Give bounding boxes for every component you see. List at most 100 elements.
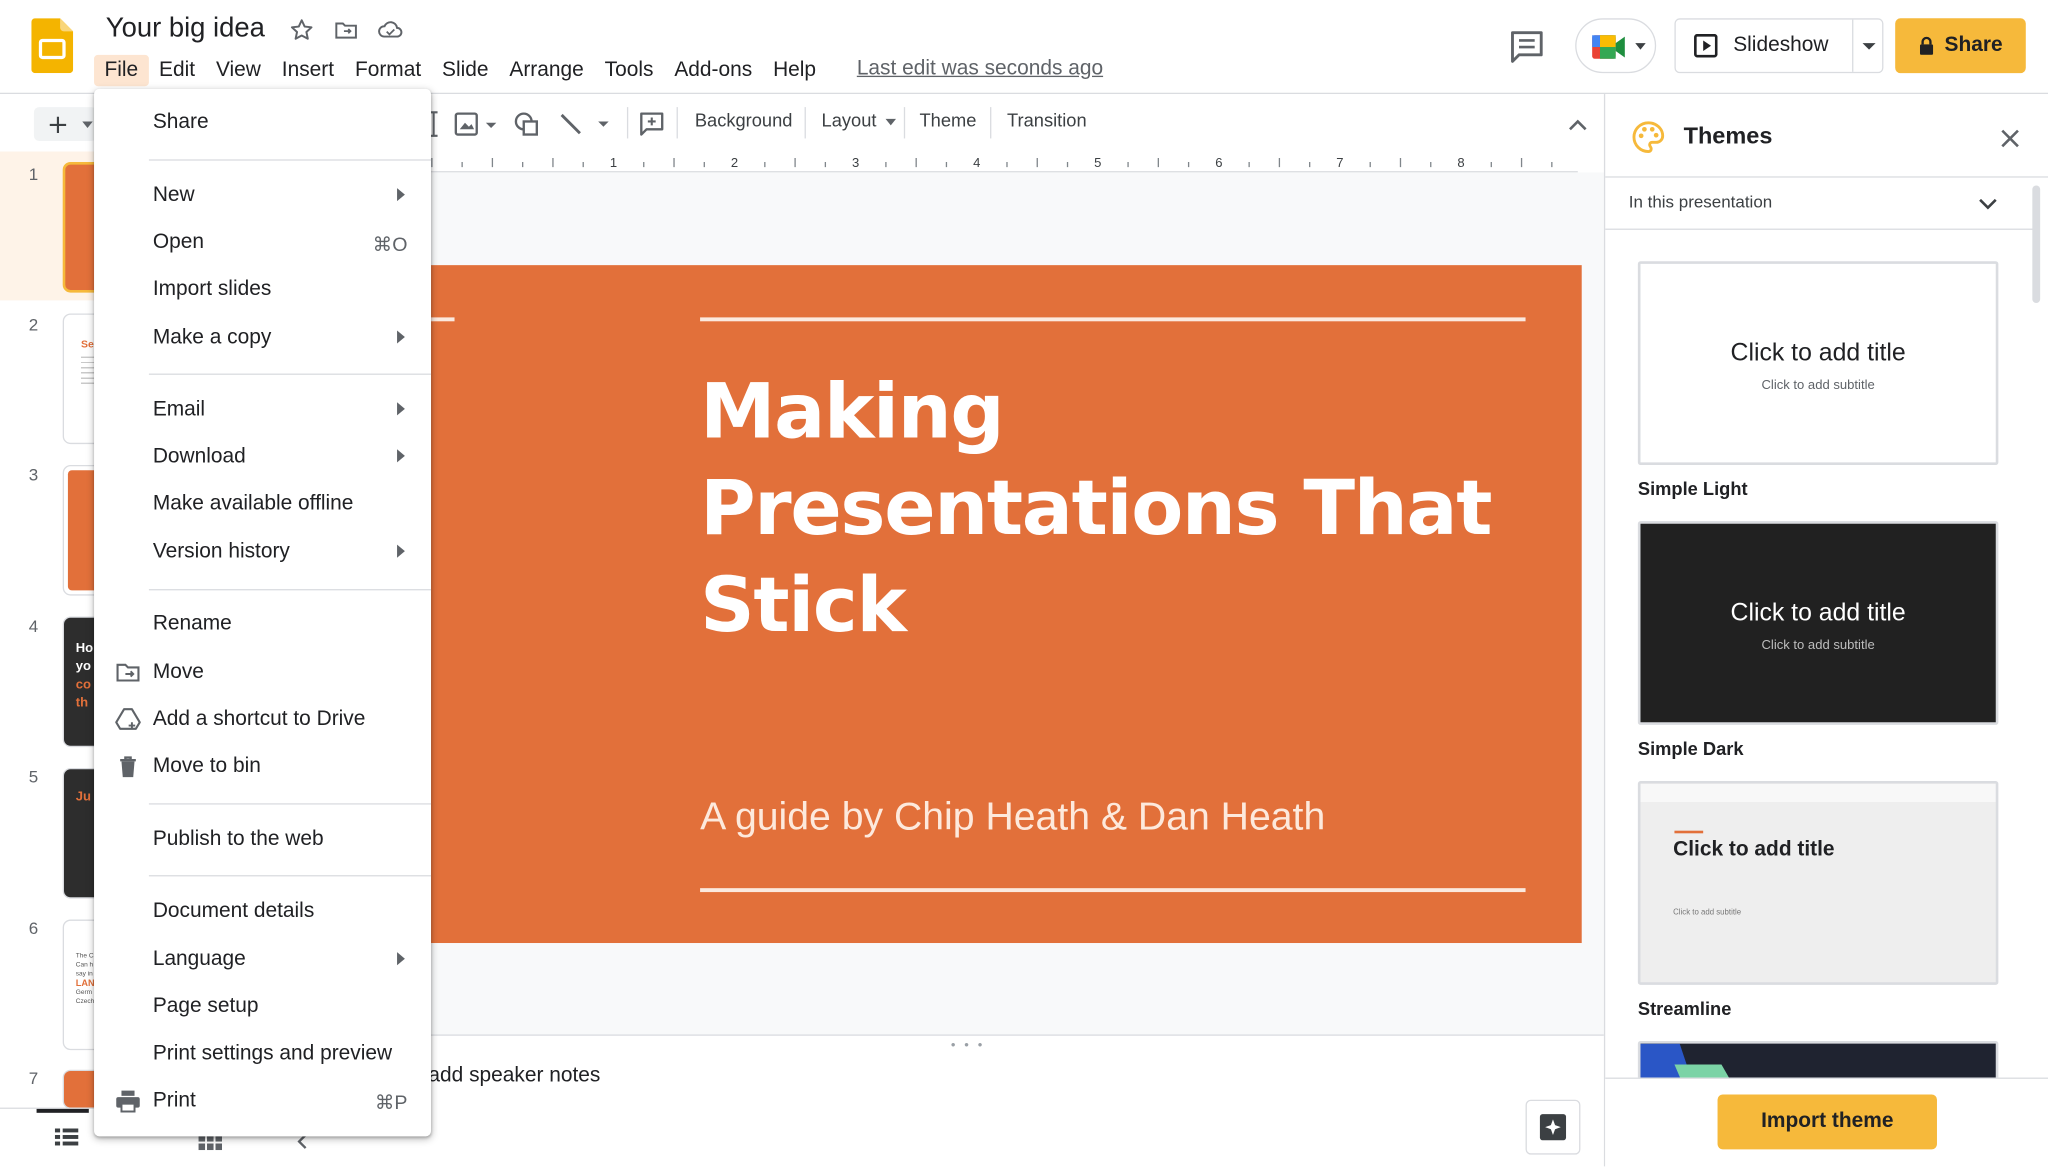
add-comment-icon[interactable] <box>637 110 666 139</box>
menu-addons[interactable]: Add-ons <box>664 55 763 86</box>
star-icon[interactable] <box>287 16 316 45</box>
share-label: Share <box>1944 33 2003 57</box>
transition-button[interactable]: Transition <box>1007 110 1087 131</box>
ruler-label: 2 <box>731 155 738 170</box>
slide-bottom-rule <box>700 888 1526 893</box>
slide-number: 1 <box>28 164 39 185</box>
app-header: Your big idea File Edit View Insert Form… <box>0 0 2048 95</box>
lock-icon <box>1919 36 1933 55</box>
thumb-text: Se <box>80 338 94 351</box>
line-icon[interactable] <box>556 110 613 139</box>
slide-number: 7 <box>28 1068 39 1088</box>
menu-item-import-slides[interactable]: Import slides <box>94 268 431 312</box>
new-slide-button[interactable]: + <box>33 107 97 142</box>
menu-item-add-shortcut[interactable]: Add a shortcut to Drive <box>94 697 431 741</box>
menu-separator <box>148 589 432 591</box>
submenu-arrow-icon <box>397 402 405 416</box>
theme-preview-accent <box>1674 830 1704 834</box>
theme-name[interactable]: Simple Dark <box>1638 738 1744 759</box>
theme-card-partial[interactable] <box>1637 1040 1999 1081</box>
menu-view[interactable]: View <box>206 55 272 86</box>
menu-tools[interactable]: Tools <box>594 55 664 86</box>
menu-slide[interactable]: Slide <box>432 55 499 86</box>
slide-number: 2 <box>28 314 39 335</box>
menu-item-rename[interactable]: Rename <box>94 602 431 646</box>
themes-filter-select[interactable]: In this presentation <box>1605 178 2037 230</box>
comments-button[interactable] <box>1505 26 1549 68</box>
slide-subtitle[interactable]: A guide by Chip Heath & Dan Heath <box>700 795 1325 839</box>
menu-item-share[interactable]: Share <box>94 101 431 145</box>
menu-item-new[interactable]: New <box>94 174 431 218</box>
speaker-notes-placeholder[interactable]: add speaker notes <box>428 1064 600 1088</box>
menu-item-move-to-bin[interactable]: Move to bin <box>94 744 431 788</box>
theme-card-simple-light[interactable]: Click to add title Click to add subtitle <box>1637 261 1999 465</box>
menu-item-make-copy[interactable]: Make a copy <box>94 316 431 360</box>
menu-item-version-history[interactable]: Version history <box>94 530 431 574</box>
slide-title[interactable]: Making Presentations That Stick <box>700 363 1510 653</box>
menu-item-download[interactable]: Download <box>94 435 431 479</box>
slides-logo-icon[interactable] <box>31 18 74 74</box>
notes-resize-handle[interactable]: • • • <box>951 1038 985 1052</box>
import-theme-button[interactable]: Import theme <box>1717 1094 1937 1150</box>
thumb-text: Ju <box>75 790 91 805</box>
chevron-down-icon <box>885 118 896 126</box>
shape-icon[interactable] <box>512 110 543 139</box>
menu-edit[interactable]: Edit <box>149 55 206 86</box>
speaker-notes[interactable]: • • • add speaker notes <box>428 1034 1604 1167</box>
menu-item-publish[interactable]: Publish to the web <box>94 818 431 862</box>
filmstrip-view-icon[interactable] <box>54 1128 79 1146</box>
meet-button[interactable] <box>1575 18 1657 74</box>
grid-view-icon[interactable] <box>198 1135 223 1151</box>
menu-file[interactable]: File <box>94 54 149 87</box>
menu-item-language[interactable]: Language <box>94 938 431 982</box>
toolbar-separator <box>903 107 906 139</box>
menu-insert[interactable]: Insert <box>271 55 344 86</box>
theme-button[interactable]: Theme <box>920 110 977 131</box>
theme-preview-subtitle: Click to add subtitle <box>1761 638 1875 654</box>
slideshow-options-button[interactable] <box>1853 20 1883 72</box>
menu-help[interactable]: Help <box>763 55 827 86</box>
slideshow-button-group: Slideshow <box>1674 18 1884 74</box>
menu-item-make-offline[interactable]: Make available offline <box>94 482 431 526</box>
close-icon[interactable] <box>1997 125 2023 151</box>
file-menu-dropdown: Share New Open ⌘O Import slides Make a co… <box>94 88 432 1137</box>
menu-item-email[interactable]: Email <box>94 388 431 432</box>
background-button[interactable]: Background <box>695 110 793 131</box>
current-slide[interactable]: Making Presentations That Stick A guide … <box>431 265 1582 944</box>
move-folder-icon[interactable] <box>332 16 361 45</box>
meet-caret-icon <box>1635 43 1646 50</box>
menu-item-print-settings[interactable]: Print settings and preview <box>94 1032 431 1076</box>
collapse-toolbar-icon[interactable] <box>1565 112 1591 138</box>
plus-icon: + <box>47 108 69 140</box>
share-button[interactable]: Share <box>1895 18 2026 74</box>
menu-item-open[interactable]: Open ⌘O <box>94 221 431 265</box>
menu-item-print[interactable]: Print ⌘P <box>94 1079 431 1123</box>
explore-icon <box>1539 1114 1567 1141</box>
theme-name[interactable]: Streamline <box>1638 998 1732 1019</box>
menu-item-move[interactable]: Move <box>94 650 431 694</box>
ruler-ticks: 123456789 <box>431 155 1553 170</box>
menu-arrange[interactable]: Arrange <box>499 55 594 86</box>
themes-header: Themes <box>1605 94 2048 178</box>
meet-icon <box>1592 35 1625 59</box>
insert-image-icon[interactable] <box>452 110 499 139</box>
menu-item-page-setup[interactable]: Page setup <box>94 985 431 1029</box>
explore-button[interactable] <box>1525 1099 1581 1155</box>
menu-format[interactable]: Format <box>345 55 432 86</box>
last-edit-link[interactable]: Last edit was seconds ago <box>857 57 1103 81</box>
theme-card-streamline[interactable]: Click to add title Click to add subtitle <box>1637 781 1999 985</box>
slideshow-button[interactable]: Slideshow <box>1676 20 1852 72</box>
document-title[interactable]: Your big idea <box>106 13 265 44</box>
theme-preview-subtitle: Click to add subtitle <box>1761 378 1875 394</box>
move-folder-icon <box>116 663 140 682</box>
cloud-saved-icon[interactable] <box>376 16 405 45</box>
menu-item-document-details[interactable]: Document details <box>94 889 431 933</box>
themes-scrollbar[interactable] <box>2032 185 2041 304</box>
theme-card-simple-dark[interactable]: Click to add title Click to add subtitle <box>1637 521 1999 725</box>
active-view-indicator <box>36 1108 89 1113</box>
menu-separator <box>148 159 432 161</box>
slide-accent-line <box>431 317 455 322</box>
theme-name[interactable]: Simple Light <box>1638 478 1748 499</box>
layout-button[interactable]: Layout <box>822 110 896 131</box>
layout-label: Layout <box>821 109 877 131</box>
